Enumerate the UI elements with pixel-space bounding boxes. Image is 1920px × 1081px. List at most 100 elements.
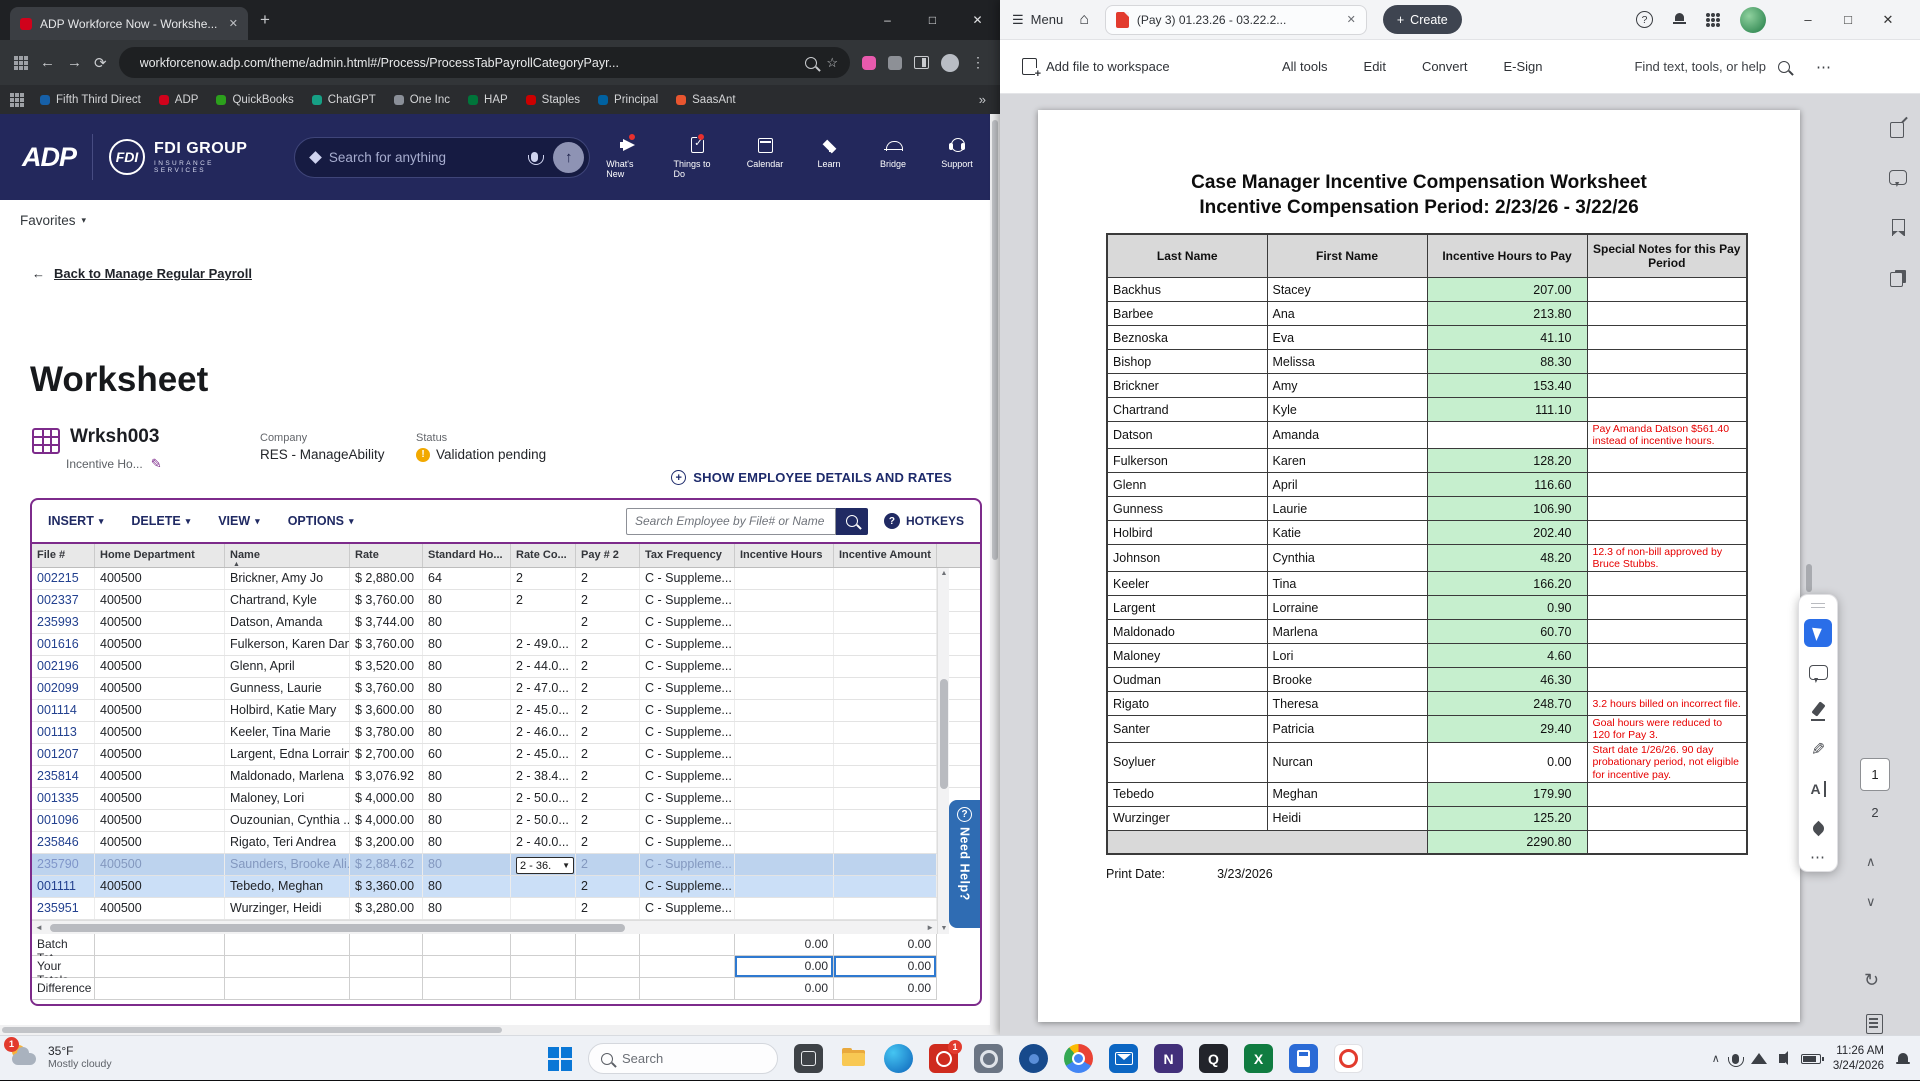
back-to-payroll-link[interactable]: ← Back to Manage Regular Payroll <box>32 266 252 281</box>
scroll-down-icon[interactable]: ▼ <box>938 925 950 932</box>
zoom-icon[interactable] <box>805 57 817 69</box>
table-row[interactable]: 001335400500Maloney, Lori$ 4,000.00802 -… <box>32 788 980 810</box>
bookmark-one-inc[interactable]: One Inc <box>386 91 458 109</box>
comments-panel-icon[interactable] <box>1888 168 1908 188</box>
forward-button[interactable]: → <box>67 54 82 71</box>
settings-icon[interactable] <box>974 1044 1003 1073</box>
more-tools-icon[interactable]: ⋯ <box>1810 853 1826 863</box>
nav-bridge[interactable]: Bridge <box>872 136 914 179</box>
account-avatar[interactable] <box>1740 7 1766 33</box>
create-button[interactable]: + Create <box>1383 5 1462 34</box>
page-number-current[interactable]: 1 <box>1860 758 1890 791</box>
table-row[interactable]: 001616400500Fulkerson, Karen Danz$ 3,760… <box>32 634 980 656</box>
need-help-button[interactable]: ? Need Help? <box>949 800 980 928</box>
back-button[interactable]: ← <box>40 54 55 71</box>
scroll-up-icon[interactable]: ▲ <box>938 570 950 577</box>
tab-close-icon[interactable]: ✕ <box>229 17 238 30</box>
quickbooks-icon[interactable] <box>1199 1044 1228 1073</box>
weather-widget[interactable]: 1 35°F Mostly cloudy <box>8 1041 112 1073</box>
search-submit-button[interactable]: ↑ <box>553 142 584 173</box>
menu-insert[interactable]: INSERT▾ <box>48 514 103 528</box>
draw-tool[interactable] <box>1804 736 1832 764</box>
tray-overflow-icon[interactable]: ∧ <box>1712 1052 1720 1065</box>
column-header-tax-frequency[interactable]: Tax Frequency <box>640 544 735 567</box>
fill-sign-tool[interactable] <box>1804 814 1832 842</box>
page-vertical-scrollbar[interactable] <box>990 114 1000 1035</box>
refresh-button[interactable]: ⟳ <box>94 54 107 72</box>
bookmark-adp[interactable]: ADP <box>151 91 207 109</box>
onenote-icon[interactable] <box>1154 1044 1183 1073</box>
table-row[interactable]: 001096400500Ouzounian, Cynthia ...$ 4,00… <box>32 810 980 832</box>
sidebar-icon[interactable] <box>914 56 929 69</box>
page-horizontal-scrollbar[interactable] <box>0 1025 990 1035</box>
acrobat-icon[interactable] <box>1334 1044 1363 1073</box>
adp-search-bar[interactable]: ↑ <box>294 137 590 178</box>
scroll-left-icon[interactable]: ◄ <box>35 923 43 932</box>
scroll-right-icon[interactable]: ► <box>926 923 934 932</box>
document-scrollbar-thumb[interactable] <box>1806 564 1812 592</box>
table-row[interactable]: 002215400500Brickner, Amy Jo$ 2,880.0064… <box>32 568 980 590</box>
table-row[interactable]: 235951400500Wurzinger, Heidi$ 3,280.0080… <box>32 898 980 920</box>
outlook-icon[interactable] <box>1109 1044 1138 1073</box>
nav-things-to-do[interactable]: Things to Do <box>674 136 722 179</box>
export-pdf-icon[interactable] <box>1888 118 1908 138</box>
notifications-bell-icon[interactable] <box>1673 13 1686 26</box>
browser-close-button[interactable]: ✕ <box>955 0 1000 40</box>
document-tab-close-icon[interactable]: ✕ <box>1347 13 1356 26</box>
nav-what-s-new[interactable]: What's New <box>606 136 651 179</box>
help-question-icon[interactable]: ? <box>1636 11 1653 28</box>
start-button[interactable] <box>548 1047 572 1071</box>
table-row[interactable]: 002337400500Chartrand, Kyle$ 3,760.00802… <box>32 590 980 612</box>
palette-drag-handle[interactable] <box>1811 603 1825 608</box>
url-field[interactable]: workforcenow.adp.com/theme/admin.html#/P… <box>119 47 850 78</box>
tab-e-sign[interactable]: E-Sign <box>1503 59 1542 74</box>
grid-vertical-scrollbar[interactable]: ▲ ▼ <box>937 568 949 934</box>
apps-grid-icon[interactable] <box>14 56 28 70</box>
add-comment-tool[interactable] <box>1804 658 1832 686</box>
rate-code-dropdown[interactable]: 2 - 36.▼ <box>516 857 574 874</box>
column-header-home-department[interactable]: Home Department <box>95 544 225 567</box>
tab-convert[interactable]: Convert <box>1422 59 1468 74</box>
menu-options[interactable]: OPTIONS▾ <box>288 514 354 528</box>
rotate-page-icon[interactable]: ↻ <box>1864 970 1879 991</box>
edit-pencil-icon[interactable]: ✎ <box>151 456 162 472</box>
bookmarks-panel-icon[interactable] <box>1888 218 1908 238</box>
wifi-icon[interactable] <box>1751 1053 1767 1064</box>
browser-menu-icon[interactable]: ⋮ <box>971 54 986 71</box>
extension-icon[interactable] <box>862 56 876 70</box>
tab-edit[interactable]: Edit <box>1364 59 1386 74</box>
column-header-pay-2[interactable]: Pay # 2 <box>576 544 640 567</box>
table-row[interactable]: 002196400500Glenn, April$ 3,520.00802 - … <box>32 656 980 678</box>
teams-icon[interactable] <box>1019 1044 1048 1073</box>
highlight-tool[interactable] <box>1804 697 1832 725</box>
extensions-puzzle-icon[interactable] <box>888 56 902 70</box>
acrobat-close-button[interactable]: ✕ <box>1868 12 1908 28</box>
adobe-red-icon[interactable]: 1 <box>929 1044 958 1073</box>
select-tool[interactable] <box>1804 619 1832 647</box>
table-row[interactable]: 002099400500Gunness, Laurie$ 3,760.00802… <box>32 678 980 700</box>
column-header-rate-co[interactable]: Rate Co... <box>511 544 576 567</box>
column-header-standard-ho[interactable]: Standard Ho... <box>423 544 511 567</box>
page-number-next[interactable]: 2 <box>1860 796 1890 829</box>
find-tools-button[interactable]: Find text, tools, or help ⋯ <box>1634 58 1832 76</box>
notification-center-icon[interactable] <box>1896 1052 1910 1066</box>
adp-search-input[interactable] <box>329 150 516 165</box>
table-row[interactable]: 001113400500Keeler, Tina Marie$ 3,780.00… <box>32 722 980 744</box>
column-header-file[interactable]: File # <box>32 544 95 567</box>
bookmark-quickbooks[interactable]: QuickBooks <box>208 91 301 109</box>
page-vscroll-thumb[interactable] <box>992 120 998 560</box>
column-header-incentive-hours[interactable]: Incentive Hours <box>735 544 834 567</box>
acrobat-menu-button[interactable]: ☰ Menu <box>1012 12 1063 28</box>
calculator-icon[interactable] <box>1289 1044 1318 1073</box>
bookmark-principal[interactable]: Principal <box>590 91 666 109</box>
employee-search-button[interactable] <box>836 508 868 535</box>
menu-view[interactable]: VIEW▾ <box>218 514 259 528</box>
employee-search-input[interactable] <box>626 508 836 535</box>
app-launcher-icon[interactable] <box>1706 13 1720 27</box>
hotkeys-button[interactable]: ? HOTKEYS <box>884 513 964 529</box>
bookmarks-overflow-icon[interactable]: » <box>979 92 990 107</box>
bookmark-fifth-third-direct[interactable]: Fifth Third Direct <box>32 91 149 109</box>
microphone-icon[interactable] <box>531 152 538 162</box>
table-row[interactable]: 001111400500Tebedo, Meghan$ 3,360.00802C… <box>32 876 980 898</box>
bookmark-apps-icon[interactable] <box>10 93 24 107</box>
